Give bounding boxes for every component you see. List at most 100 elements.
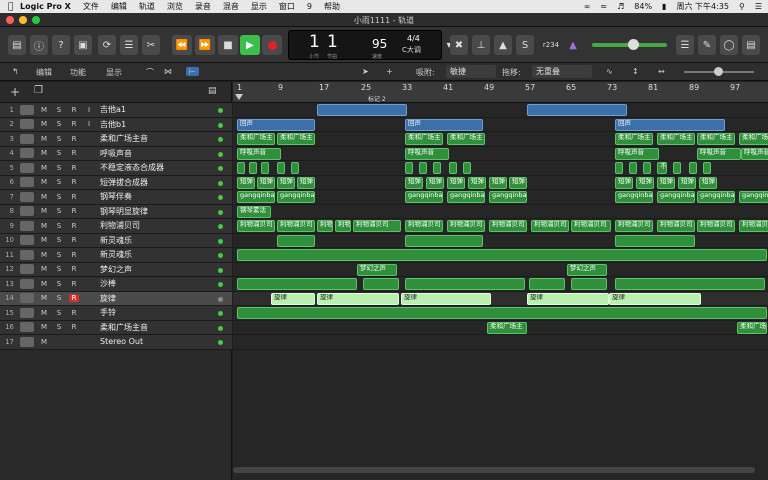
mute-button[interactable]: M (39, 193, 49, 201)
solo-button[interactable]: S (54, 251, 64, 259)
cpu-meter-icon[interactable]: r234 (542, 35, 560, 55)
solo-button[interactable]: S (54, 309, 64, 317)
region[interactable]: 柔和广场主 (447, 133, 485, 145)
timeline-ruler[interactable]: 标记 2 1 9 17 25 33 41 49 57 65 73 81 89 97 (233, 82, 768, 103)
region[interactable] (317, 104, 407, 116)
track-lane[interactable] (233, 306, 768, 321)
solo-button[interactable]: S (54, 135, 64, 143)
region[interactable]: 柔和广场主 (615, 133, 653, 145)
region[interactable]: 旋律 (317, 292, 399, 305)
region[interactable]: 柔和广场主 (697, 133, 735, 145)
menu-file[interactable]: 文件 (83, 1, 99, 12)
record-enable-button[interactable]: R (69, 164, 79, 172)
track-row[interactable]: 8 M S R 钢琴明显旋律 (0, 204, 232, 219)
menu-record[interactable]: 录音 (195, 1, 211, 12)
region[interactable] (237, 278, 357, 290)
region[interactable]: 旋律 (527, 292, 609, 305)
region[interactable]: 柔和广场主 (487, 321, 527, 334)
region[interactable]: 短弹 (297, 176, 315, 189)
record-enable-button[interactable]: R (69, 309, 79, 317)
master-volume-knob[interactable] (628, 39, 639, 50)
menu-9[interactable]: 9 (307, 2, 312, 11)
region[interactable]: 呼吸声音 (697, 147, 741, 160)
region[interactable]: 利物浦贝司 (657, 220, 695, 232)
wifi-icon[interactable]: ≈ (600, 2, 607, 11)
track-row[interactable]: 10 M S R 新灵魂乐 (0, 233, 232, 248)
tuning-icon[interactable]: ▲ (564, 35, 582, 55)
solo-button[interactable]: S (54, 207, 64, 215)
zoom-horizontal-icon[interactable]: ↔ (658, 67, 665, 76)
mute-button[interactable]: M (39, 236, 49, 244)
region[interactable]: gangqinban (405, 191, 443, 203)
region[interactable] (237, 162, 245, 174)
menu-help[interactable]: 帮助 (324, 1, 340, 12)
solo-button[interactable]: S (54, 193, 64, 201)
waveform-zoom-icon[interactable]: ∿ (606, 67, 613, 76)
mute-button[interactable]: M (39, 338, 49, 346)
menu-window[interactable]: 窗口 (279, 1, 295, 12)
region[interactable]: 利物浦贝司 (697, 220, 735, 232)
mute-button[interactable]: M (39, 294, 49, 302)
region[interactable]: 梦幻之声 (357, 263, 397, 276)
menu-app[interactable]: Logic Pro X (20, 2, 71, 11)
play-button[interactable]: ▶ (240, 35, 260, 55)
region[interactable] (277, 234, 315, 247)
track-row[interactable]: 6 M S R 短弹拔合成器 (0, 175, 232, 190)
region[interactable]: 呼吸声音 (405, 147, 449, 160)
mute-button[interactable]: M (39, 149, 49, 157)
region[interactable] (527, 104, 627, 116)
track-row[interactable]: 2 M S R I 吉他b1 (0, 117, 232, 132)
track-row[interactable]: 9 M S R 利物浦贝司 (0, 219, 232, 234)
region[interactable] (643, 162, 651, 174)
track-row[interactable]: 3 M S R 柔和广场主音 (0, 132, 232, 147)
record-enable-button[interactable]: R (69, 120, 79, 128)
count-in-icon[interactable]: ⊥ (472, 35, 490, 55)
region[interactable]: 利物浦贝司 (353, 220, 401, 232)
record-enable-button[interactable]: R (69, 280, 79, 288)
region[interactable] (529, 278, 565, 290)
global-tracks-icon[interactable]: ▤ (208, 86, 217, 96)
track-name[interactable]: Stereo Out (100, 337, 143, 346)
catch-icon[interactable]: ⊢ (186, 67, 199, 76)
pencil-tool-icon[interactable]: + (386, 67, 393, 76)
region[interactable]: 旋律 (401, 292, 491, 305)
lcd-display[interactable]: 1234 1 1 小节 节拍 95 速度 4/4 C大调 (288, 30, 442, 60)
mute-button[interactable]: M (39, 222, 49, 230)
track-lane[interactable]: 利物浦贝司 利物浦贝司 利物 利物 利物浦贝司 利物浦贝司 利物浦贝司 利物浦贝司 利物浦贝司利… (233, 219, 768, 234)
region[interactable]: 利物浦贝司 (277, 220, 315, 232)
clock[interactable]: 周六 下午4:35 (676, 1, 729, 12)
menu-edit[interactable]: 编辑 (111, 1, 127, 12)
region[interactable]: 短弹 (489, 176, 507, 189)
region[interactable]: 不 (657, 162, 667, 174)
region[interactable]: gangqinban (697, 191, 735, 203)
add-track-button[interactable]: + (10, 85, 20, 99)
region[interactable] (703, 162, 711, 174)
mute-button[interactable]: M (39, 323, 49, 331)
record-enable-button[interactable]: R (69, 207, 79, 215)
library-icon[interactable]: ▤ (8, 35, 26, 55)
pointer-tool-icon[interactable]: ➤ (362, 67, 369, 76)
track-name[interactable]: 呼吸声音 (100, 148, 132, 159)
quick-help-icon[interactable]: ? (52, 35, 70, 55)
region[interactable]: gangqinban (447, 191, 485, 203)
region[interactable] (615, 162, 623, 174)
region[interactable] (363, 278, 399, 290)
region[interactable]: 呼吸声音 (615, 147, 659, 160)
input-monitor-button[interactable]: I (84, 120, 94, 128)
track-row[interactable]: 5 M S R 不稳定液态合成器 (0, 161, 232, 176)
track-lane[interactable]: 呼吸声音 呼吸声音 呼吸声音 呼吸声音 呼吸声音 (233, 146, 768, 161)
record-enable-button[interactable]: R (69, 323, 79, 331)
edit-menu[interactable]: 编辑 (36, 67, 52, 78)
region[interactable]: 短弹 (237, 176, 255, 189)
region[interactable]: 利物浦贝司 (237, 220, 275, 232)
track-lane[interactable]: gangqinban gangqinban gangqinban gangqinban… (233, 190, 768, 205)
solo-button[interactable]: S (54, 120, 64, 128)
region[interactable]: 回声 (237, 118, 315, 131)
region[interactable]: 利物浦贝司 (531, 220, 569, 232)
region[interactable] (405, 162, 413, 174)
region[interactable] (463, 162, 471, 174)
track-lane[interactable] (233, 248, 768, 263)
region[interactable]: 柔和广场主 (657, 133, 695, 145)
region[interactable]: 呼吸声音 (237, 147, 281, 160)
track-row[interactable]: 14 M S R 旋律 (0, 291, 232, 306)
